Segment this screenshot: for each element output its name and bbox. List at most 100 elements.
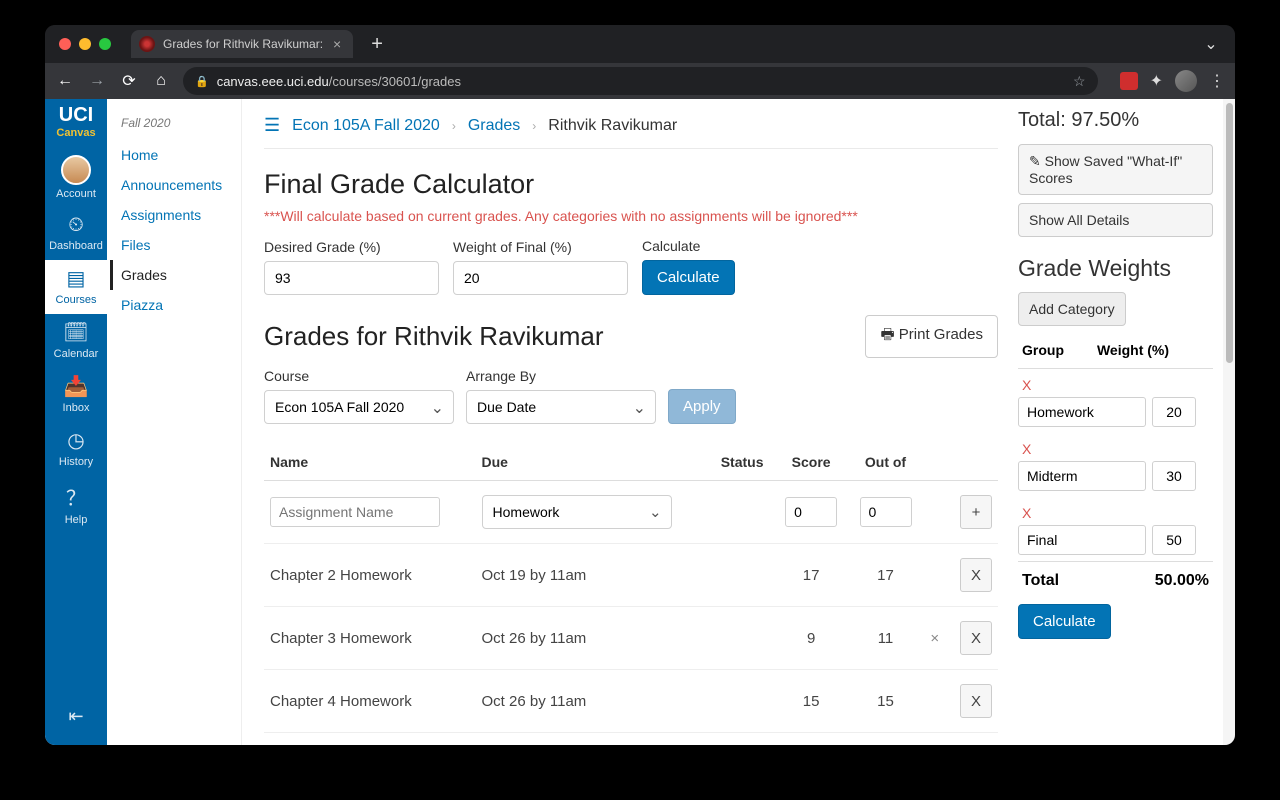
chevron-right-icon: ›	[532, 119, 536, 133]
col-status: Status	[710, 444, 774, 481]
bookmark-icon[interactable]: ☆	[1073, 73, 1086, 90]
nav-calendar[interactable]: 🗓Calendar	[45, 314, 107, 368]
home-button[interactable]: ⌂	[151, 72, 171, 90]
new-tab-button[interactable]: +	[371, 33, 383, 56]
col-score: Score	[774, 444, 848, 481]
cnav-announcements[interactable]: Announcements	[121, 170, 237, 200]
final-weight-label: Weight of Final (%)	[453, 239, 628, 255]
final-weight-input[interactable]	[453, 261, 628, 295]
arrange-select[interactable]: Due Date	[466, 390, 656, 424]
tab-favicon	[139, 36, 155, 52]
category-name-input[interactable]	[1018, 525, 1146, 555]
cnav-grades[interactable]: Grades	[110, 260, 237, 290]
forward-button: →	[87, 72, 107, 90]
scrollbar[interactable]	[1223, 99, 1235, 745]
nav-inbox[interactable]: 📥Inbox	[45, 368, 107, 422]
cnav-piazza[interactable]: Piazza	[121, 290, 237, 320]
cnav-home[interactable]: Home	[121, 140, 237, 170]
show-all-button[interactable]: Show All Details	[1018, 203, 1213, 237]
cnav-assignments[interactable]: Assignments	[121, 200, 237, 230]
category-name-input[interactable]	[1018, 397, 1146, 427]
delete-category[interactable]: X	[1018, 497, 1213, 523]
print-grades-button[interactable]: 🖶 Print Grades	[865, 315, 998, 358]
sidebar: Total: 97.50% ✎ Show Saved "What-If" Sco…	[1018, 107, 1213, 745]
col-out: Out of	[848, 444, 922, 481]
total-grade: Total: 97.50%	[1018, 109, 1213, 132]
add-assignment-button[interactable]: +	[960, 495, 992, 529]
weights-title: Grade Weights	[1018, 255, 1213, 282]
print-icon: 🖶	[880, 326, 898, 343]
new-assignment-score[interactable]	[785, 497, 837, 527]
out-cell: 17	[848, 544, 922, 607]
crumb-section[interactable]: Grades	[468, 117, 520, 135]
out-cell: 15	[848, 670, 922, 733]
nav-history[interactable]: ◷History	[45, 422, 107, 476]
calculator-warning: ***Will calculate based on current grade…	[264, 208, 998, 224]
window-maximize[interactable]	[99, 38, 111, 50]
col-due: Due	[476, 444, 711, 481]
course-nav: Fall 2020 Home Announcements Assignments…	[107, 99, 242, 745]
chevron-right-icon: ›	[452, 119, 456, 133]
nav-help[interactable]: ？Help	[45, 476, 107, 534]
due-cell: Oct 26 by 11am	[476, 670, 711, 733]
nav-collapse[interactable]: ⇤	[45, 700, 107, 735]
browser-menu-icon[interactable]: ⋮	[1209, 71, 1225, 91]
whatif-button[interactable]: ✎ Show Saved "What-If" Scores	[1018, 144, 1213, 195]
category-weight-input[interactable]	[1152, 525, 1196, 555]
new-assignment-category[interactable]: Homework	[482, 495, 672, 529]
nav-courses[interactable]: ▤Courses	[45, 260, 107, 314]
category-weight-input[interactable]	[1152, 397, 1196, 427]
new-assignment-name[interactable]	[270, 497, 440, 527]
calculate-button[interactable]: Calculate	[642, 260, 735, 295]
assignment-link[interactable]: Chapter 2 Homework	[264, 544, 476, 607]
new-assignment-out[interactable]	[860, 497, 912, 527]
inbox-icon: 📥	[64, 374, 89, 399]
category-name-input[interactable]	[1018, 461, 1146, 491]
calendar-icon: 🗓	[63, 320, 88, 345]
delete-row-button[interactable]: X	[960, 684, 992, 718]
extension-icon[interactable]	[1120, 72, 1138, 90]
crumb-course[interactable]: Econ 105A Fall 2020	[292, 117, 440, 135]
nav-dashboard[interactable]: ⏲Dashboard	[45, 208, 107, 260]
category-weight-input[interactable]	[1152, 461, 1196, 491]
assignment-link[interactable]: Chapter 4 Homework	[264, 670, 476, 733]
desired-grade-input[interactable]	[264, 261, 439, 295]
back-button[interactable]: ←	[55, 72, 75, 90]
reload-button[interactable]: ⟳	[119, 71, 139, 91]
nav-account[interactable]: Account	[45, 149, 107, 208]
delete-category[interactable]: X	[1018, 369, 1213, 395]
weight-header: Weight (%)	[1093, 334, 1213, 369]
user-avatar-icon	[61, 155, 91, 185]
extensions-puzzle-icon[interactable]: ✦	[1150, 71, 1163, 91]
grades-title: Grades for Rithvik Ravikumar	[264, 321, 604, 352]
add-category-button[interactable]: Add Category	[1018, 292, 1126, 326]
chevron-down-icon[interactable]: ⌄	[1201, 34, 1221, 54]
tab-close-icon[interactable]: ×	[331, 36, 343, 52]
grades-table: Name Due Status Score Out of Homework	[264, 444, 998, 733]
breadcrumb: ☰ Econ 105A Fall 2020 › Grades › Rithvik…	[264, 107, 998, 149]
delete-row-button[interactable]: X	[960, 558, 992, 592]
delete-category[interactable]: X	[1018, 433, 1213, 459]
score-cell: 17	[774, 544, 848, 607]
brand-logo[interactable]: UCI	[59, 105, 93, 127]
browser-tab[interactable]: Grades for Rithvik Ravikumar: ×	[131, 30, 353, 58]
book-icon: ▤	[67, 266, 86, 291]
term-label: Fall 2020	[121, 116, 237, 130]
due-cell: Oct 26 by 11am	[476, 607, 711, 670]
assignment-link[interactable]: Chapter 3 Homework	[264, 607, 476, 670]
cnav-files[interactable]: Files	[121, 230, 237, 260]
window-close[interactable]	[59, 38, 71, 50]
delete-row-button[interactable]: X	[960, 621, 992, 655]
table-row: Chapter 3 Homework Oct 26 by 11am 9 11 ×…	[264, 607, 998, 670]
course-select[interactable]: Econ 105A Fall 2020	[264, 390, 454, 424]
calculate-label: Calculate	[642, 238, 735, 254]
address-bar[interactable]: 🔒 canvas.eee.uci.edu/courses/30601/grade…	[183, 67, 1098, 95]
window-minimize[interactable]	[79, 38, 91, 50]
brand-sub: Canvas	[56, 127, 95, 139]
col-name: Name	[264, 444, 476, 481]
table-row: Chapter 4 Homework Oct 26 by 11am 15 15 …	[264, 670, 998, 733]
weights-calculate-button[interactable]: Calculate	[1018, 604, 1111, 639]
hamburger-icon[interactable]: ☰	[264, 115, 280, 136]
apply-button[interactable]: Apply	[668, 389, 736, 424]
profile-avatar[interactable]	[1175, 70, 1197, 92]
